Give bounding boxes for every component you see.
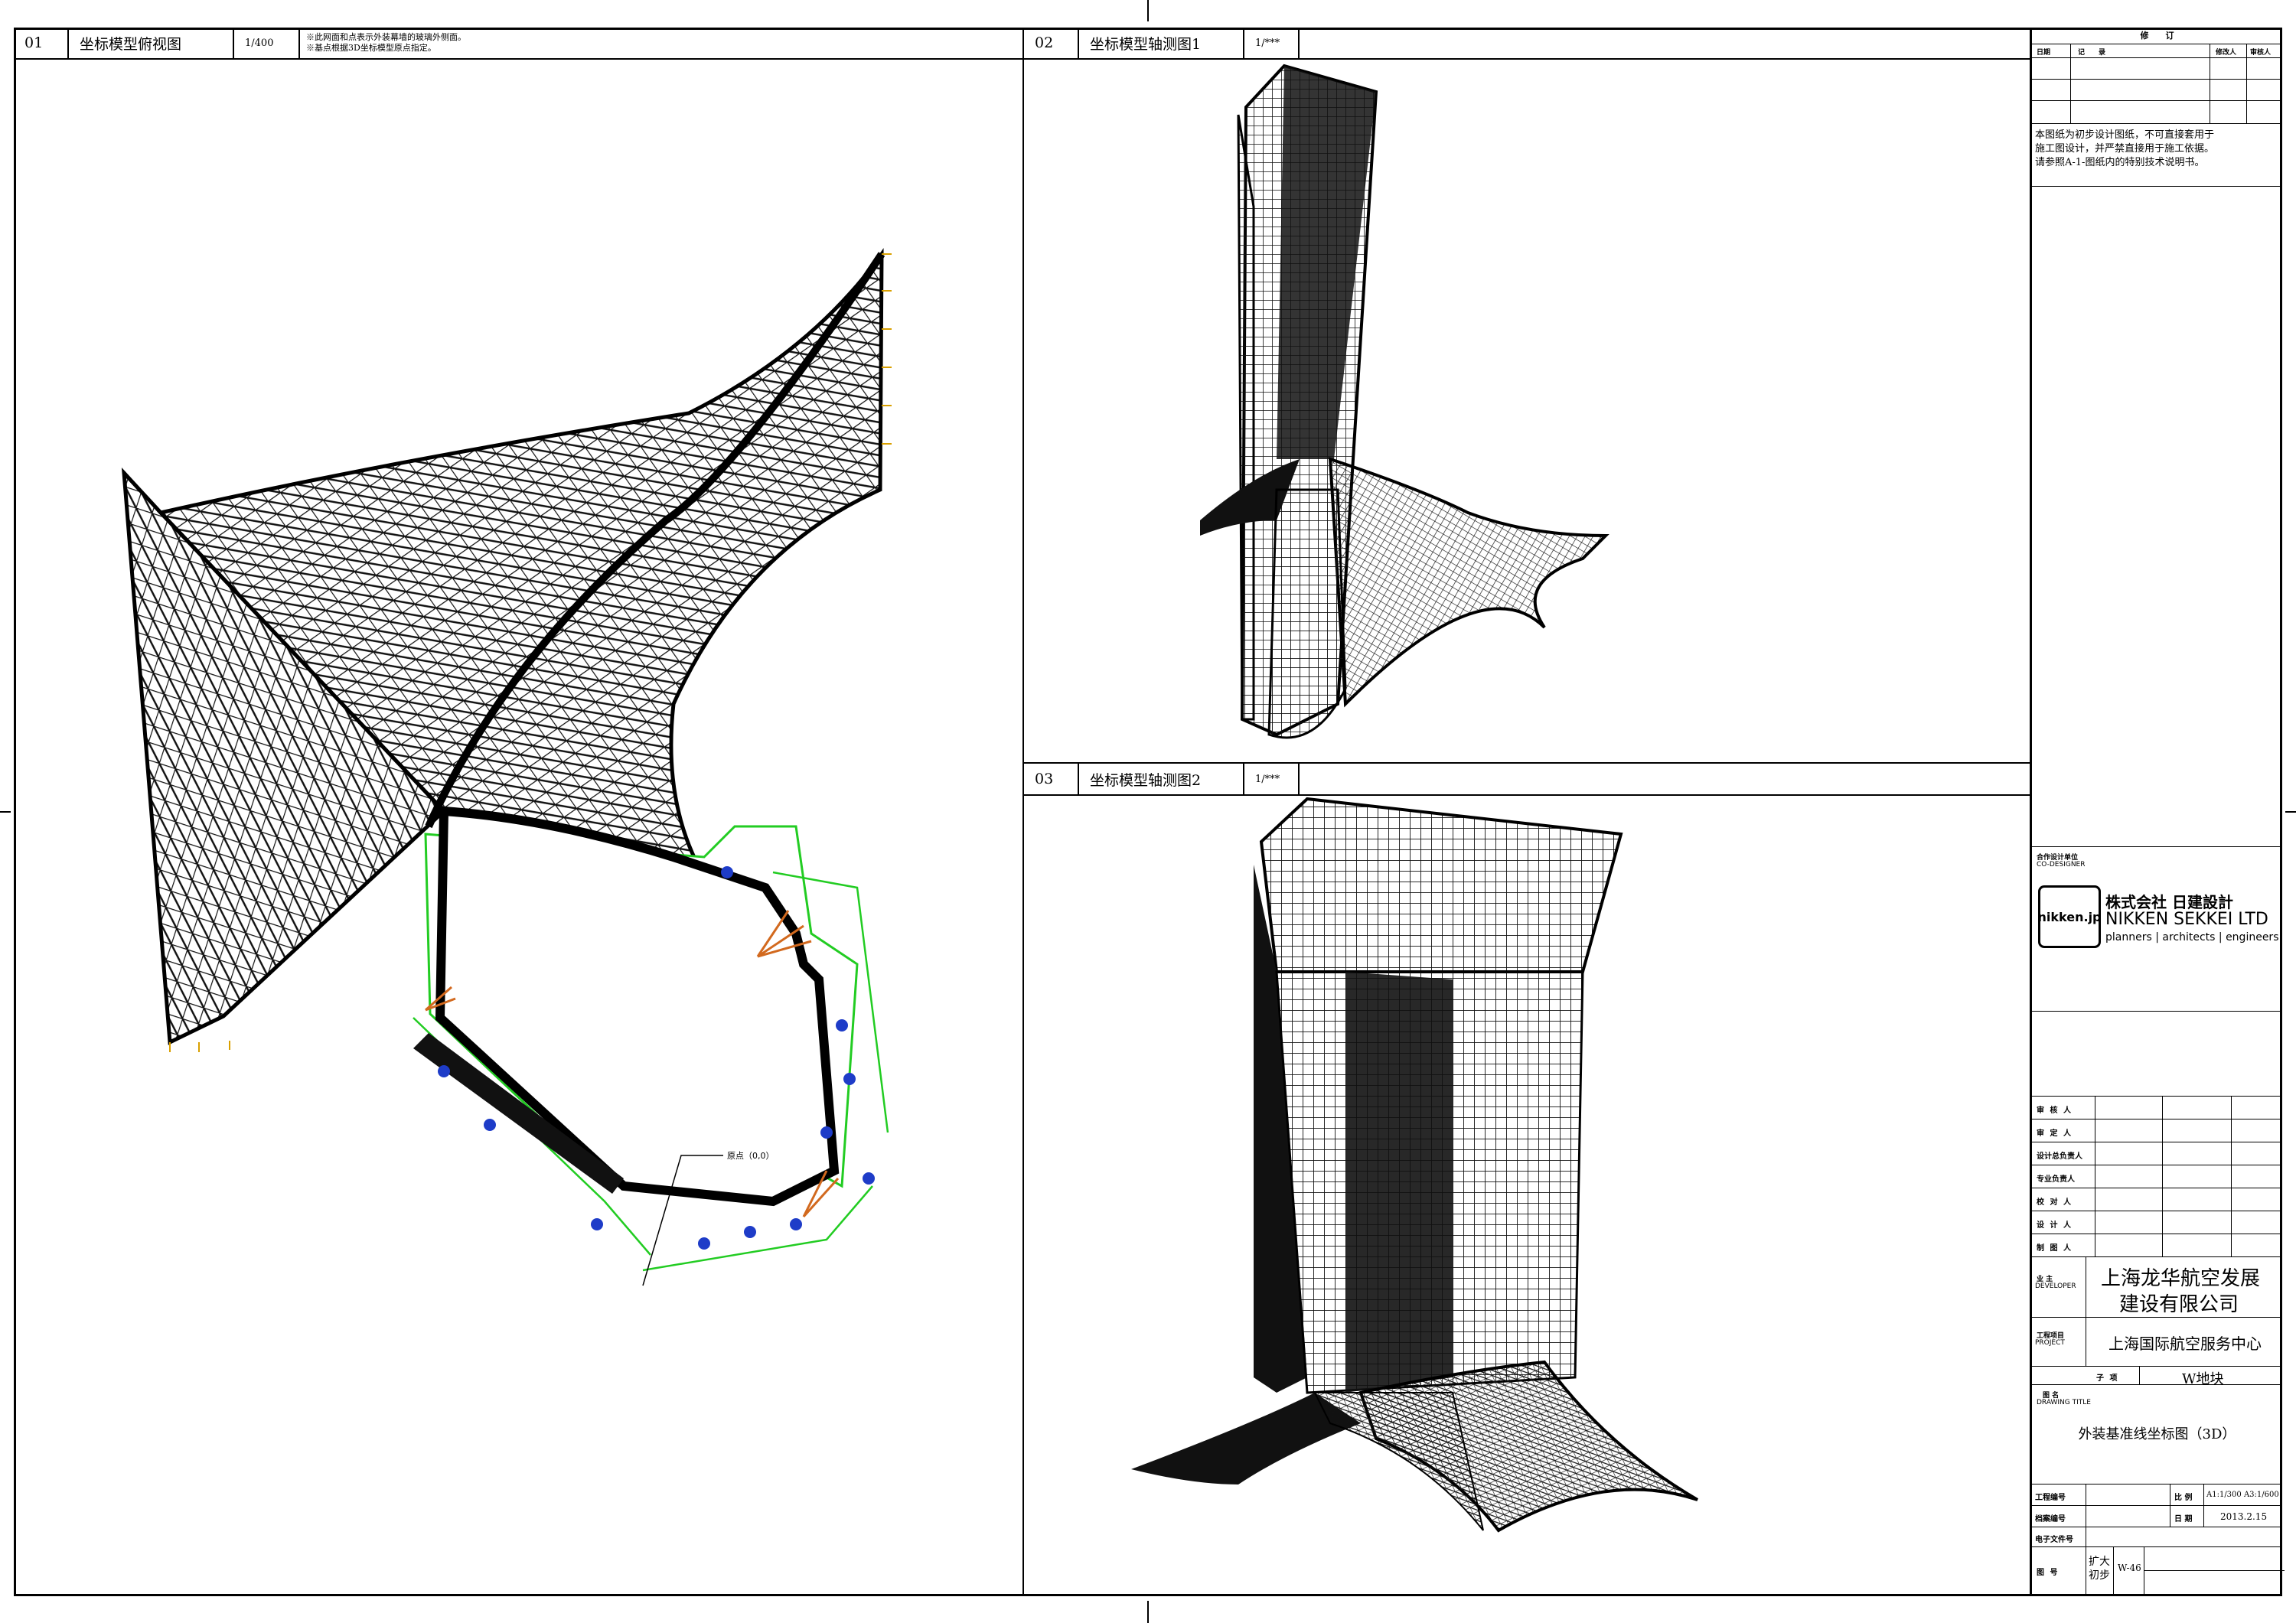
view-scale: 1/*** bbox=[1244, 28, 1300, 58]
stage-1: 扩大 bbox=[2089, 1556, 2110, 1568]
signature-label: 设计总负责人 bbox=[2037, 1152, 2082, 1161]
logo-tagline: planners | architects | engineers bbox=[2105, 931, 2279, 943]
date-value: 2013.2.15 bbox=[2220, 1511, 2268, 1522]
view-title: 坐标模型轴测图1 bbox=[1079, 28, 1244, 58]
axonometric-view-2 bbox=[1131, 797, 1699, 1533]
signature-label: 设 计 人 bbox=[2037, 1221, 2073, 1230]
signature-row: 制 图 人 bbox=[2032, 1234, 2282, 1257]
codesigner-block: 合作设计单位 CO-DESIGNER nikken.jp 株式会社 日建設計 N… bbox=[2032, 846, 2282, 1012]
signature-row: 设计总负责人 bbox=[2032, 1142, 2282, 1165]
trim-mark-bottom bbox=[1147, 1601, 1149, 1623]
developer-line1: 上海龙华航空发展 bbox=[2101, 1267, 2261, 1290]
drawing-number-row: 图 号 扩大 初步 W-46 bbox=[2032, 1547, 2285, 1596]
developer-block: 业 主 DEVELOPER 上海龙华航空发展 建设有限公司 bbox=[2032, 1256, 2282, 1318]
view-01-header: 01 坐标模型俯视图 1/400 ※此网面和点表示外装幕墙的玻璃外侧面。 ※基点… bbox=[14, 28, 1022, 60]
disclaimer-line: 本图纸为初步设计图纸，不可直接套用于 bbox=[2035, 129, 2215, 141]
view-title: 坐标模型轴测图2 bbox=[1079, 764, 1244, 794]
disclaimer-line: 施工图设计，并严禁直接用于施工依据。 bbox=[2035, 143, 2215, 155]
tower-roof-grid bbox=[1259, 797, 1623, 973]
rev-col-record: 记 录 bbox=[2078, 49, 2106, 57]
trim-mark-right bbox=[2285, 811, 2296, 813]
badge-text: nikken.jp bbox=[2037, 909, 2102, 924]
drawing-title-value: 外装基准线坐标图（3D） bbox=[2078, 1426, 2236, 1442]
signature-label: 制 图 人 bbox=[2037, 1244, 2073, 1253]
sig-col-line bbox=[2162, 1097, 2163, 1257]
sig-col-line bbox=[2231, 1097, 2232, 1257]
signature-label: 校 对 人 bbox=[2037, 1198, 2073, 1207]
project-block: 工程项目 PROJECT 上海国际航空服务中心 bbox=[2032, 1318, 2282, 1367]
ratio-value: A1:1/300 A3:1/600 bbox=[2206, 1491, 2279, 1499]
logo-en: NIKKEN SEKKEI LTD bbox=[2105, 910, 2268, 929]
view-notes: ※此网面和点表示外装幕墙的玻璃外侧面。 ※基点根据3D坐标模型原点指定。 bbox=[300, 28, 466, 58]
subproject-row: 子 项 W地块 bbox=[2032, 1367, 2282, 1387]
signature-label: 专业负责人 bbox=[2037, 1175, 2075, 1184]
trim-mark-top bbox=[1147, 0, 1149, 21]
skirt-right bbox=[1328, 457, 1609, 708]
disclaimer: 本图纸为初步设计图纸，不可直接套用于 施工图设计，并严禁直接用于施工依据。 请参… bbox=[2032, 124, 2282, 187]
signature-table: 审 核 人 审 定 人 设计总负责人 专业负责人 校 对 人 设 计 人 制 图… bbox=[2032, 1096, 2282, 1257]
signature-row: 审 定 人 bbox=[2032, 1119, 2282, 1142]
view-title: 坐标模型俯视图 bbox=[69, 28, 234, 58]
ground-skirt-front bbox=[1313, 1392, 1484, 1531]
project-name: 上海国际航空服务中心 bbox=[2108, 1335, 2262, 1353]
nikken-badge: nikken.jp bbox=[2037, 885, 2102, 948]
plan-view-drawing: 原点（0,0） bbox=[121, 248, 892, 1286]
codesigner-label-en: CO-DESIGNER bbox=[2037, 861, 2086, 869]
developer-line2: 建设有限公司 bbox=[2119, 1293, 2239, 1316]
signature-row: 设 计 人 bbox=[2032, 1211, 2282, 1234]
rev-col-line bbox=[2070, 44, 2071, 124]
note-line: ※基点根据3D坐标模型原点指定。 bbox=[306, 43, 436, 53]
meta-row: 电子文件号 bbox=[2032, 1527, 2282, 1547]
view-number: 03 bbox=[1024, 764, 1079, 794]
project-no-label: 工程编号 bbox=[2035, 1494, 2066, 1502]
title-block: 修 订 日期 记 录 修改人 审核人 本图纸为初步设计图纸，不可直接套用于 施工… bbox=[2030, 28, 2285, 1596]
rev-col-reviewer: 审核人 bbox=[2250, 49, 2272, 57]
signature-label: 审 核 人 bbox=[2037, 1106, 2073, 1115]
disclaimer-line: 请参照A-1-图纸内的特别技术说明书。 bbox=[2035, 157, 2205, 168]
meta-row: 工程编号 比 例 A1:1/300 A3:1/600 bbox=[2032, 1484, 2282, 1506]
tower-dark-core bbox=[1345, 972, 1453, 1393]
stage-2: 初步 bbox=[2089, 1569, 2110, 1582]
drawing-title-label-en: DRAWING TITLE bbox=[2037, 1399, 2091, 1406]
signature-row: 审 核 人 bbox=[2032, 1097, 2282, 1119]
view-02-header: 02 坐标模型轴测图1 1/*** bbox=[1024, 28, 2030, 60]
signature-label: 审 定 人 bbox=[2037, 1129, 2073, 1138]
revision-title: 修 订 bbox=[2032, 28, 2282, 44]
subproject-divider bbox=[2139, 1367, 2140, 1385]
signature-row: 专业负责人 bbox=[2032, 1165, 2282, 1188]
signature-row: 校 对 人 bbox=[2032, 1188, 2282, 1211]
tower-mesh-side bbox=[1237, 114, 1255, 721]
date-label: 日 期 bbox=[2174, 1515, 2193, 1524]
view-03-header: 03 坐标模型轴测图2 1/*** bbox=[1024, 764, 2030, 796]
ratio-label: 比 例 bbox=[2174, 1494, 2193, 1502]
view-scale: 1/*** bbox=[1244, 764, 1300, 794]
project-label-en: PROJECT bbox=[2035, 1339, 2065, 1347]
dwg-no: W-46 bbox=[2118, 1563, 2141, 1573]
view-number: 02 bbox=[1024, 28, 1079, 58]
dwg-no-label: 图 号 bbox=[2037, 1569, 2060, 1577]
meta-row: 档案编号 日 期 2013.2.15 bbox=[2032, 1506, 2282, 1527]
rev-col-line bbox=[2246, 44, 2247, 124]
efile-label: 电子文件号 bbox=[2035, 1536, 2073, 1544]
trim-mark-left bbox=[0, 811, 11, 813]
developer-label-en: DEVELOPER bbox=[2035, 1282, 2076, 1290]
rev-col-editor: 修改人 bbox=[2216, 49, 2237, 57]
subproject-label: 子 项 bbox=[2096, 1374, 2119, 1383]
archive-no-label: 档案编号 bbox=[2035, 1515, 2066, 1524]
note-line: ※此网面和点表示外装幕墙的玻璃外侧面。 bbox=[306, 32, 466, 42]
drawing-title-block: 图 名 DRAWING TITLE 外装基准线坐标图（3D） bbox=[2032, 1385, 2282, 1484]
axonometric-view-1 bbox=[1200, 64, 1609, 739]
logo-cn: 株式会社 日建設計 bbox=[2105, 893, 2233, 911]
view-number: 01 bbox=[14, 28, 69, 58]
rev-col-date: 日期 bbox=[2037, 49, 2051, 57]
tower-base bbox=[1267, 488, 1347, 739]
origin-label: 原点（0,0） bbox=[727, 1151, 775, 1161]
view-scale: 1/400 bbox=[234, 28, 300, 58]
